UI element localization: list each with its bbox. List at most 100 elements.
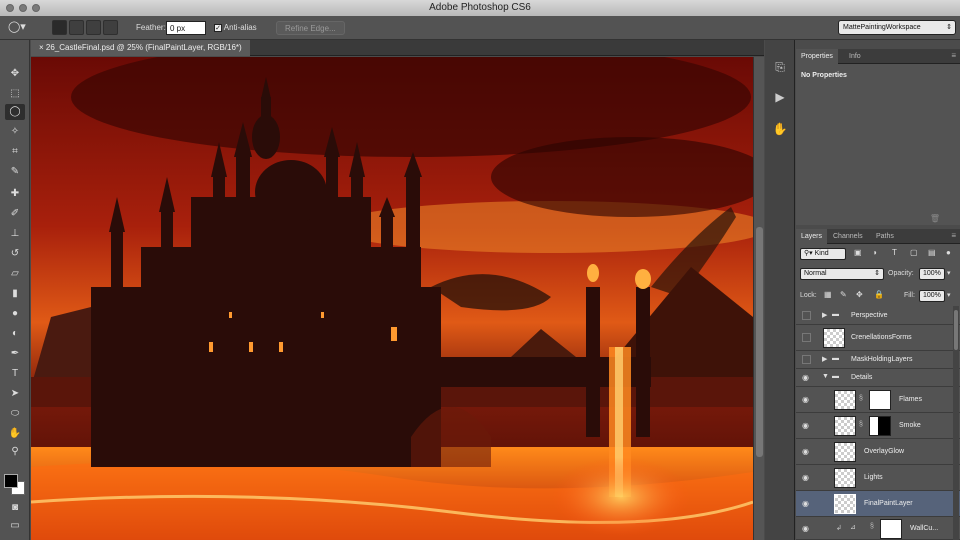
- layer-row-wallcu[interactable]: ◉ ↲ ⊿ § WallCu...: [796, 517, 960, 540]
- quick-mask-icon[interactable]: ◙: [5, 500, 25, 516]
- scrollbar-thumb[interactable]: [954, 310, 958, 350]
- shape-filter-icon[interactable]: ▢: [910, 248, 918, 257]
- eye-icon[interactable]: ◉: [802, 448, 812, 456]
- chevron-down-icon[interactable]: ▾: [947, 269, 951, 277]
- healing-brush-tool-icon[interactable]: ✚: [5, 186, 25, 202]
- layer-mask-thumbnail[interactable]: [869, 416, 891, 436]
- vertical-scrollbar[interactable]: [753, 57, 764, 540]
- layer-row-details[interactable]: ◉ ▼ ▬ Details: [796, 369, 960, 387]
- hand-tool-icon[interactable]: ✋: [5, 426, 25, 442]
- lock-transparency-icon[interactable]: ▦: [824, 290, 832, 299]
- document-canvas[interactable]: [31, 57, 753, 540]
- smart-object-filter-icon[interactable]: ▤: [928, 248, 936, 257]
- opacity-input[interactable]: 100%: [919, 268, 945, 280]
- eraser-tool-icon[interactable]: ▱: [5, 266, 25, 282]
- layer-mask-thumbnail[interactable]: [869, 390, 891, 410]
- type-tool-icon[interactable]: T: [5, 366, 25, 382]
- intersect-selection-icon[interactable]: [103, 20, 118, 35]
- visibility-toggle[interactable]: [802, 355, 811, 364]
- matte-painting-image: [31, 57, 753, 540]
- collapse-group-icon[interactable]: ▼: [822, 373, 829, 380]
- tab-info[interactable]: Info: [844, 49, 866, 64]
- dodge-tool-icon[interactable]: ◐: [5, 326, 25, 342]
- blend-mode-select[interactable]: Normal ⇕: [800, 268, 884, 280]
- visibility-toggle[interactable]: [802, 311, 811, 320]
- new-selection-icon[interactable]: [52, 20, 67, 35]
- eyedropper-tool-icon[interactable]: ✎: [5, 164, 25, 180]
- lock-position-icon[interactable]: ✥: [856, 290, 863, 299]
- eye-icon[interactable]: ◉: [802, 422, 812, 430]
- layer-row-overlayglow[interactable]: ◉ OverlayGlow: [796, 439, 960, 465]
- layer-row-flames[interactable]: ◉ § Flames: [796, 387, 960, 413]
- pixel-filter-icon[interactable]: ▣: [854, 248, 862, 257]
- tab-paths[interactable]: Paths: [871, 229, 899, 244]
- panel-menu-icon[interactable]: ≡: [951, 231, 956, 240]
- layer-row-perspective[interactable]: ▶ ▬ Perspective: [796, 306, 960, 325]
- adjustment-filter-icon[interactable]: ◑: [872, 248, 877, 257]
- lock-pixels-icon[interactable]: ✎: [840, 290, 847, 299]
- close-window-button[interactable]: [6, 4, 14, 12]
- foreground-color-swatch[interactable]: [4, 474, 18, 488]
- tab-properties[interactable]: Properties: [796, 49, 838, 64]
- layer-row-crenellationsforms[interactable]: CrenellationsForms: [796, 325, 960, 351]
- path-selection-tool-icon[interactable]: ➤: [5, 386, 25, 402]
- magic-wand-tool-icon[interactable]: ✧: [5, 124, 25, 140]
- document-tab[interactable]: × 26_CastleFinal.psd @ 25% (FinalPaintLa…: [31, 40, 250, 56]
- expand-group-icon[interactable]: ▶: [822, 355, 827, 363]
- gradient-tool-icon[interactable]: ▮: [5, 286, 25, 302]
- feather-input[interactable]: 0 px: [166, 21, 206, 35]
- tool-presets-panel-icon[interactable]: ✋: [771, 120, 789, 138]
- pen-tool-icon[interactable]: ✒: [5, 346, 25, 362]
- window-controls[interactable]: [6, 4, 40, 12]
- lasso-tool-preset-icon[interactable]: ◯▾: [8, 20, 26, 34]
- screen-mode-icon[interactable]: ▭: [5, 518, 25, 534]
- layers-scrollbar[interactable]: [953, 306, 959, 540]
- lasso-tool-icon[interactable]: ◯: [5, 104, 25, 120]
- chevron-down-icon[interactable]: ▾: [947, 291, 951, 299]
- move-tool-icon[interactable]: ✥: [5, 66, 25, 82]
- layer-row-smoke[interactable]: ◉ § Smoke: [796, 413, 960, 439]
- zoom-window-button[interactable]: [32, 4, 40, 12]
- eye-icon[interactable]: ◉: [802, 474, 812, 482]
- expand-group-icon[interactable]: ▶: [822, 311, 827, 319]
- refine-edge-button[interactable]: Refine Edge...: [276, 21, 345, 35]
- add-to-selection-icon[interactable]: [69, 20, 84, 35]
- layer-row-maskholdinglayers[interactable]: ▶ ▬ MaskHoldingLayers: [796, 351, 960, 369]
- brush-tool-icon[interactable]: ✐: [5, 206, 25, 222]
- visibility-toggle[interactable]: [802, 333, 811, 342]
- layer-row-finalpaintlayer[interactable]: ◉ FinalPaintLayer: [796, 491, 960, 517]
- properties-tabs: Properties Info ≡: [796, 49, 960, 64]
- crop-tool-icon[interactable]: ⌗: [5, 144, 25, 160]
- scrollbar-thumb[interactable]: [756, 227, 763, 457]
- layer-row-lights[interactable]: ◉ Lights: [796, 465, 960, 491]
- close-icon[interactable]: ×: [39, 43, 46, 52]
- layer-thumbnail: [834, 416, 856, 436]
- zoom-tool-icon[interactable]: ⚲: [5, 444, 25, 460]
- marquee-tool-icon[interactable]: ⬚: [5, 86, 25, 102]
- eye-icon[interactable]: ◉: [802, 500, 812, 508]
- fill-input[interactable]: 100%: [919, 290, 945, 302]
- actions-panel-icon[interactable]: ▶: [771, 88, 789, 106]
- antialias-checkbox[interactable]: ✓ Anti-alias: [214, 21, 257, 35]
- tab-channels[interactable]: Channels: [828, 229, 868, 244]
- eye-icon[interactable]: ◉: [802, 525, 812, 533]
- clone-stamp-tool-icon[interactable]: ⊥: [5, 226, 25, 242]
- history-brush-tool-icon[interactable]: ↺: [5, 246, 25, 262]
- eye-icon[interactable]: ◉: [802, 396, 812, 404]
- type-filter-icon[interactable]: T: [892, 248, 897, 257]
- check-icon[interactable]: ✓: [214, 23, 222, 32]
- shape-tool-icon[interactable]: ⬭: [5, 406, 25, 422]
- blur-tool-icon[interactable]: ●: [5, 306, 25, 322]
- workspace-select[interactable]: MattePaintingWorkspace ⇕: [838, 20, 956, 35]
- layer-mask-thumbnail[interactable]: [880, 519, 902, 539]
- subtract-selection-icon[interactable]: [86, 20, 101, 35]
- minimize-window-button[interactable]: [19, 4, 27, 12]
- eye-icon[interactable]: ◉: [802, 374, 812, 382]
- lock-all-icon[interactable]: 🔒: [874, 290, 884, 299]
- trash-icon[interactable]: 🗑: [930, 214, 940, 223]
- tab-layers[interactable]: Layers: [796, 229, 828, 244]
- history-panel-icon[interactable]: ⎘: [771, 58, 789, 76]
- panel-menu-icon[interactable]: ≡: [951, 51, 956, 60]
- filter-kind-select[interactable]: ⚲▾ Kind: [800, 248, 846, 260]
- filter-toggle-icon[interactable]: ●: [946, 248, 951, 257]
